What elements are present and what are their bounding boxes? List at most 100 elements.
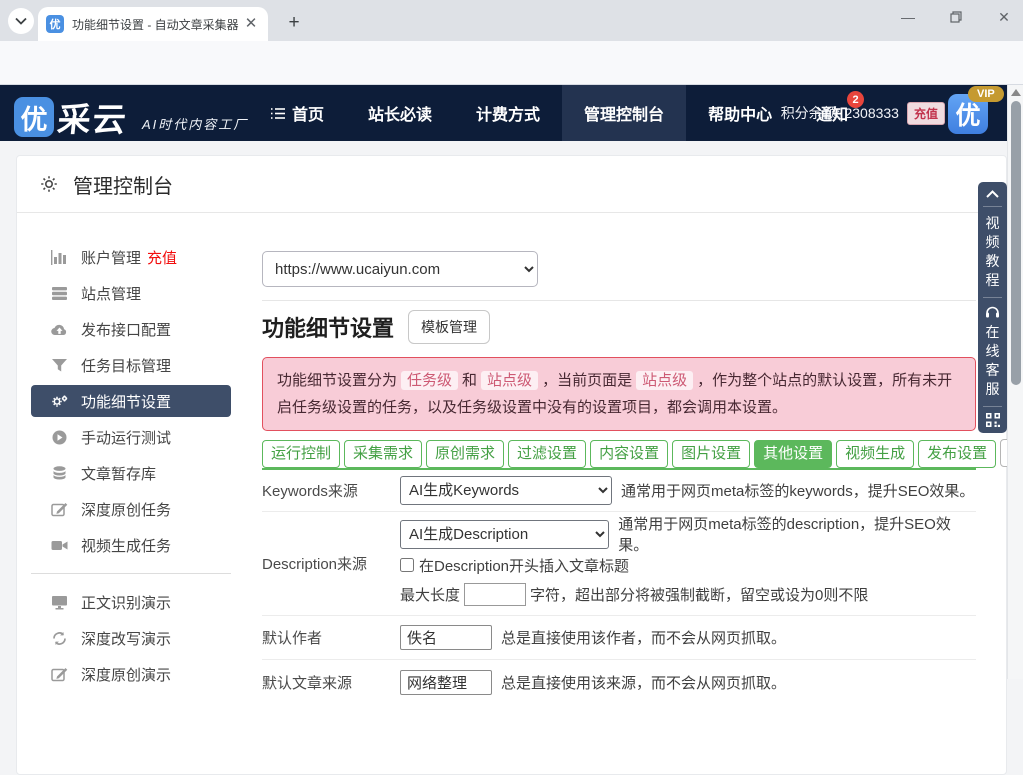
play-circle-icon xyxy=(51,430,68,445)
new-tab-button[interactable]: + xyxy=(280,9,308,37)
tab-search-button[interactable] xyxy=(8,8,34,34)
page-background: 管理控制台 账户管理 充值 站点管理 发布接口配置 任务目标管理 xyxy=(0,141,1007,679)
nav-home[interactable]: 首页 xyxy=(248,85,346,141)
nav-console[interactable]: 管理控制台 xyxy=(562,85,686,141)
sidebar-item-feature-settings[interactable]: 功能细节设置 xyxy=(31,385,231,417)
tab-close-icon[interactable]: ✕ xyxy=(242,15,260,33)
description-help: 通常用于网页meta标签的description，提升SEO效果。 xyxy=(618,513,976,555)
alert-text: 功能细节设置分为 xyxy=(277,372,397,389)
recharge-button[interactable]: 充值 xyxy=(907,102,945,125)
console-card: 管理控制台 账户管理 充值 站点管理 发布接口配置 任务目标管理 xyxy=(16,155,1007,775)
sidebar-label: 深度改写演示 xyxy=(81,628,171,649)
default-source-input[interactable] xyxy=(400,670,492,695)
nav-help[interactable]: 帮助中心 xyxy=(686,85,794,141)
description-checkbox-label: 在Description开头插入文章标题 xyxy=(419,555,629,576)
tab-collect[interactable]: 采集需求 xyxy=(344,440,422,468)
description-title-checkbox[interactable] xyxy=(400,558,414,572)
logo-icon: 优 xyxy=(14,97,54,137)
settings-tabs: 运行控制 采集需求 原创需求 过滤设置 内容设置 图片设置 其他设置 视频生成 … xyxy=(262,440,976,470)
site-select[interactable]: https://www.ucaiyun.com xyxy=(262,251,538,287)
nav-must-read-label: 站长必读 xyxy=(368,101,432,125)
sidebar-item-sites[interactable]: 站点管理 xyxy=(31,275,231,311)
cloud-upload-icon xyxy=(51,322,68,337)
tab-image[interactable]: 图片设置 xyxy=(672,440,750,468)
monitor-icon xyxy=(51,595,68,610)
tab-content[interactable]: 内容设置 xyxy=(590,440,668,468)
nav-pricing[interactable]: 计费方式 xyxy=(454,85,562,141)
tab-publish[interactable]: 发布设置 xyxy=(918,440,996,468)
scrollbar-up-arrow[interactable] xyxy=(1011,89,1021,96)
default-author-input[interactable] xyxy=(400,625,492,650)
sidebar-item-manual-run[interactable]: 手动运行测试 xyxy=(31,419,231,455)
alert-text: ，当前页面是 xyxy=(542,372,632,389)
sidebar-item-rewrite-demo[interactable]: 深度改写演示 xyxy=(31,620,231,656)
sidebar-item-video-task[interactable]: 视频生成任务 xyxy=(31,527,231,563)
sidebar-item-task-targets[interactable]: 任务目标管理 xyxy=(31,347,231,383)
back-to-top-button[interactable] xyxy=(978,182,1007,206)
sidebar-item-content-demo[interactable]: 正文识别演示 xyxy=(31,584,231,620)
online-service-button[interactable]: 在线客服 xyxy=(978,298,1007,406)
tab-run-control[interactable]: 运行控制 xyxy=(262,440,340,468)
headset-icon xyxy=(985,305,1000,319)
refresh-icon xyxy=(51,631,68,646)
sidebar-divider xyxy=(31,573,231,574)
description-label: Description来源 xyxy=(262,517,400,610)
nav-console-label: 管理控制台 xyxy=(584,101,664,125)
list-icon xyxy=(270,107,286,120)
sidebar-item-original-demo[interactable]: 深度原创演示 xyxy=(31,656,231,692)
maxlen-input[interactable] xyxy=(464,583,526,606)
database-icon xyxy=(51,466,68,481)
page-scrollbar[interactable] xyxy=(1007,85,1023,679)
logo-name: 采云 xyxy=(55,93,130,141)
floating-side-panel: 视频教程 在线客服 xyxy=(978,182,1007,433)
sidebar-label: 正文识别演示 xyxy=(81,592,171,613)
logo-tagline: AI时代内容工厂 xyxy=(142,114,248,133)
nav-must-read[interactable]: 站长必读 xyxy=(346,85,454,141)
browser-tab[interactable]: 优 功能细节设置 - 自动文章采集器 ✕ xyxy=(38,7,268,41)
tab-title: 功能细节设置 - 自动文章采集器 xyxy=(72,16,242,33)
sidebar-label: 站点管理 xyxy=(81,283,141,304)
sidebar-recharge-link[interactable]: 充值 xyxy=(147,247,177,268)
scrollbar-thumb[interactable] xyxy=(1011,101,1021,385)
sidebar-label: 手动运行测试 xyxy=(81,427,171,448)
maxlen-help: 字符，超出部分将被强制截断，留空或设为0则不限 xyxy=(530,584,868,605)
video-tutorial-label: 视频教程 xyxy=(985,214,1001,290)
source-label: 默认文章来源 xyxy=(262,672,400,693)
tab-other[interactable]: 其他设置 xyxy=(754,440,832,468)
sidebar-label: 文章暂存库 xyxy=(81,463,156,484)
qr-code-icon xyxy=(986,413,1000,427)
restore-button[interactable] xyxy=(945,6,967,28)
keywords-source-select[interactable]: AI生成Keywords xyxy=(400,476,612,505)
tab-filter[interactable]: 过滤设置 xyxy=(508,440,586,468)
sidebar-item-article-store[interactable]: 文章暂存库 xyxy=(31,455,231,491)
edit-icon xyxy=(51,667,68,682)
chevron-down-icon xyxy=(15,17,27,25)
form-row-author: 默认作者 总是直接使用该作者，而不会从网页抓取。 xyxy=(262,616,976,660)
sidebar-item-account[interactable]: 账户管理 充值 xyxy=(31,239,231,275)
qr-code-button[interactable] xyxy=(978,407,1007,433)
vip-badge: VIP xyxy=(968,86,1004,102)
author-help: 总是直接使用该作者，而不会从网页抓取。 xyxy=(501,627,786,648)
source-help: 总是直接使用该来源，而不会从网页抓取。 xyxy=(501,672,786,693)
alert-tag-site-level: 站点级 xyxy=(636,371,693,390)
keywords-help: 通常用于网页meta标签的keywords，提升SEO效果。 xyxy=(621,480,974,501)
sidebar-label: 任务目标管理 xyxy=(81,355,171,376)
page-title: 管理控制台 xyxy=(73,170,173,199)
site-logo[interactable]: 优 采云 AI时代内容工厂 xyxy=(14,93,248,141)
video-tutorial-button[interactable]: 视频教程 xyxy=(978,207,1007,297)
chevron-up-icon xyxy=(986,190,999,198)
site-favicon-icon: 优 xyxy=(46,15,64,33)
template-manage-button[interactable]: 模板管理 xyxy=(408,310,490,344)
edit-icon xyxy=(51,502,68,517)
tab-original[interactable]: 原创需求 xyxy=(426,440,504,468)
description-source-select[interactable]: AI生成Description xyxy=(400,520,609,549)
form-row-keywords: Keywords来源 AI生成Keywords 通常用于网页meta标签的key… xyxy=(262,470,976,512)
form-row-source: 默认文章来源 总是直接使用该来源，而不会从网页抓取。 xyxy=(262,660,976,704)
keywords-label: Keywords来源 xyxy=(262,480,400,501)
section-title: 功能细节设置 xyxy=(262,311,394,343)
sidebar-item-publish-api[interactable]: 发布接口配置 xyxy=(31,311,231,347)
tab-video[interactable]: 视频生成 xyxy=(836,440,914,468)
close-window-button[interactable]: ✕ xyxy=(993,6,1015,28)
sidebar-item-deep-original-task[interactable]: 深度原创任务 xyxy=(31,491,231,527)
minimize-button[interactable]: — xyxy=(897,6,919,28)
